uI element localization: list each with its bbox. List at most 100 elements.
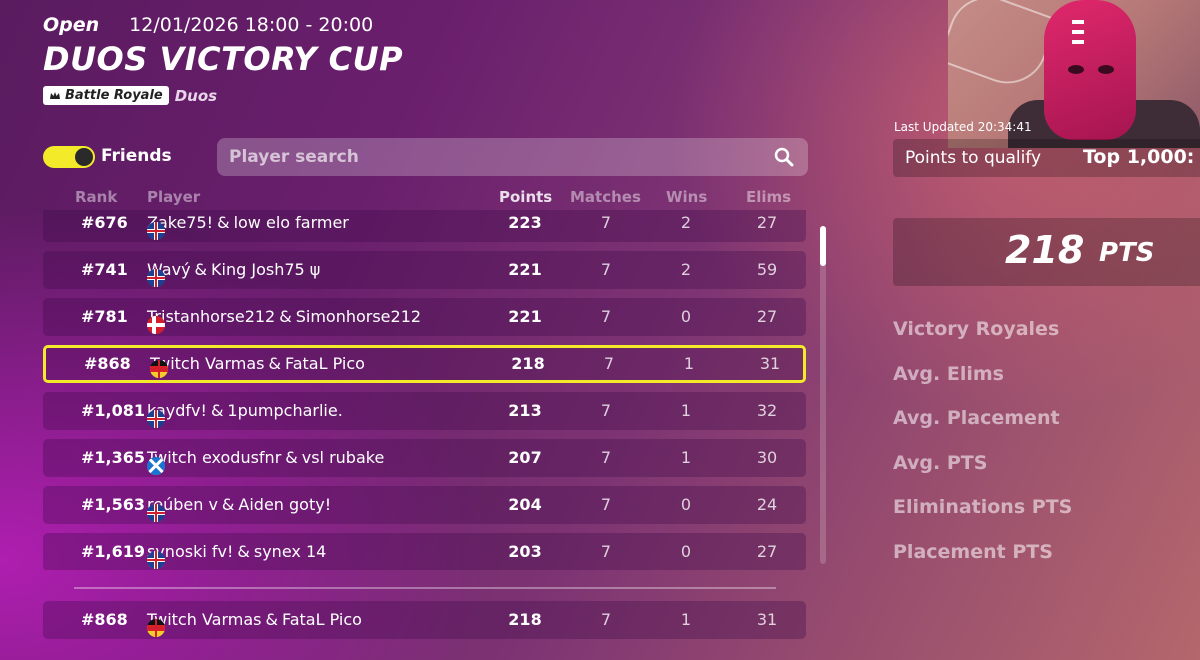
gb-flag-icon <box>147 222 165 240</box>
crown-icon <box>50 91 60 99</box>
team-type: Duos <box>174 86 218 105</box>
ampersand: & <box>210 401 224 420</box>
row-rank: #868 <box>84 354 131 373</box>
leaderboard-scrollbar[interactable] <box>820 226 826 564</box>
row-wins: 1 <box>680 401 692 420</box>
row-players: Tristanhorse212 & Simonhorse212 <box>147 307 421 334</box>
col-rank[interactable]: Rank <box>75 188 117 206</box>
row-points: 218 <box>508 610 542 629</box>
leaderboard-list[interactable]: #676 Zake75! & low elo farmer 223 7 2 27 #741 Wav… <box>43 210 808 570</box>
player-name: low elo farmer <box>233 213 349 232</box>
player-name: Tristanhorse212 <box>147 307 276 326</box>
player-name: FataL Pico <box>284 354 365 373</box>
mode-tag-label: Battle Royale <box>65 88 163 103</box>
row-matches: 7 <box>600 610 612 629</box>
pinned-team-row-container: #868 Twitch Varmas & FataL Pico 218 7 1 31 <box>43 601 808 641</box>
row-players: kaydfv! & 1pumpcharlie. <box>147 401 343 428</box>
row-rank: #1,081 <box>81 401 146 420</box>
table-row[interactable]: #741 Wavý & King Josh75 ψ 221 7 2 59 <box>43 251 806 289</box>
row-points: 221 <box>508 260 542 279</box>
gb-flag-icon <box>147 269 165 287</box>
row-wins: 2 <box>680 260 692 279</box>
player-name: Twitch exodusfnr <box>147 448 282 467</box>
stat-label: Avg. Placement <box>893 407 1060 429</box>
ampersand: & <box>285 448 298 467</box>
toggle-knob <box>75 148 93 166</box>
leaderboard-header: Rank Player Points Matches Wins Elims <box>43 188 808 208</box>
row-points: 218 <box>511 354 545 373</box>
team-points-value: 218 <box>1005 228 1085 272</box>
mode-tag: Battle Royale <box>43 86 169 105</box>
row-players: Wavý & King Josh75 ψ <box>147 260 321 287</box>
search-icon[interactable] <box>774 147 794 167</box>
stat-label: Placement PTS <box>893 540 1053 563</box>
ampersand: & <box>268 354 281 373</box>
dk-flag-icon <box>147 316 165 334</box>
ampersand: & <box>221 495 235 514</box>
last-updated: Last Updated 20:34:41 <box>894 120 1032 134</box>
ampersand: & <box>194 260 208 279</box>
table-row[interactable]: #676 Zake75! & low elo farmer 223 7 2 27 <box>43 210 806 242</box>
row-points: 207 <box>508 448 542 467</box>
row-rank: #1,563 <box>81 495 146 514</box>
stat-label: Victory Royales <box>893 318 1060 340</box>
row-elims: 24 <box>756 495 778 514</box>
col-matches[interactable]: Matches <box>570 188 641 206</box>
col-wins[interactable]: Wins <box>666 188 707 206</box>
row-players: reúben v & Aiden goty! <box>147 495 331 522</box>
player-name: FataL Pico <box>281 610 362 629</box>
row-points: 223 <box>508 213 542 232</box>
row-elims: 31 <box>759 354 781 373</box>
player-name: 1pumpcharlie. <box>227 401 343 420</box>
col-points[interactable]: Points <box>499 188 552 206</box>
stat-label: Avg. PTS <box>893 451 988 474</box>
row-elims: 30 <box>756 448 778 467</box>
row-rank: #781 <box>81 307 128 326</box>
gb-flag-icon <box>147 410 165 428</box>
row-wins: 0 <box>680 542 692 561</box>
table-row[interactable]: #1,365 Twitch exodusfnr & vsl rubake 207 7 1 30 <box>43 439 806 477</box>
table-row[interactable]: #1,563 reúben v & Aiden goty! 204 7 0 24 <box>43 486 806 524</box>
qualify-label: Points to qualify <box>905 148 1042 168</box>
col-elims[interactable]: Elims <box>746 188 791 206</box>
row-matches: 7 <box>603 354 615 373</box>
table-row[interactable]: #1,081 kaydfv! & 1pumpcharlie. 213 7 1 32 <box>43 392 806 430</box>
friends-label: Friends <box>101 146 172 166</box>
team-points-panel: 218 PTS <box>893 218 1200 286</box>
row-elims: 27 <box>756 542 778 561</box>
scrollbar-thumb[interactable] <box>820 226 826 266</box>
gb-flag-icon <box>147 504 165 522</box>
event-title: DUOS VICTORY CUP <box>43 40 404 78</box>
table-row[interactable]: #781 Tristanhorse212 & Simonhorse212 221 7 0 27 <box>43 298 806 336</box>
row-rank: #1,619 <box>81 542 146 561</box>
ampersand: & <box>217 213 230 232</box>
player-name: synex 14 <box>253 542 327 561</box>
event-header: Open 12/01/2026 18:00 - 20:00 DUOS VICTO… <box>43 14 403 105</box>
points-to-qualify-panel: Points to qualify Top 1,000: <box>893 139 1200 177</box>
friends-toggle[interactable] <box>43 146 95 168</box>
pinned-team-row[interactable]: #868 Twitch Varmas & FataL Pico 218 7 1 31 <box>43 601 806 639</box>
row-players: Twitch Varmas & FataL Pico <box>150 354 365 378</box>
ampersand: & <box>237 542 250 561</box>
col-player[interactable]: Player <box>147 188 200 206</box>
row-wins: 1 <box>683 354 695 373</box>
row-elims: 27 <box>756 307 778 326</box>
player-name: vsl rubake <box>301 448 385 467</box>
gb-flag-icon <box>147 551 165 569</box>
row-rank: #868 <box>81 610 128 629</box>
row-points: 213 <box>508 401 542 420</box>
player-search-input[interactable]: Player search <box>217 138 808 176</box>
player-name: King Josh75 ψ <box>211 260 321 279</box>
row-points: 204 <box>508 495 542 514</box>
row-wins: 0 <box>680 495 692 514</box>
table-row-highlighted[interactable]: #868 Twitch Varmas & FataL Pico 218 7 1 31 <box>43 345 806 383</box>
row-matches: 7 <box>600 495 612 514</box>
team-points-unit: PTS <box>1099 238 1155 268</box>
row-rank: #741 <box>81 260 128 279</box>
row-points: 203 <box>508 542 542 561</box>
row-wins: 2 <box>680 213 692 232</box>
row-matches: 7 <box>600 307 612 326</box>
row-matches: 7 <box>600 401 612 420</box>
search-placeholder: Player search <box>229 147 359 167</box>
table-row[interactable]: #1,619 synoski fv! & synex 14 203 7 0 27 <box>43 533 806 570</box>
